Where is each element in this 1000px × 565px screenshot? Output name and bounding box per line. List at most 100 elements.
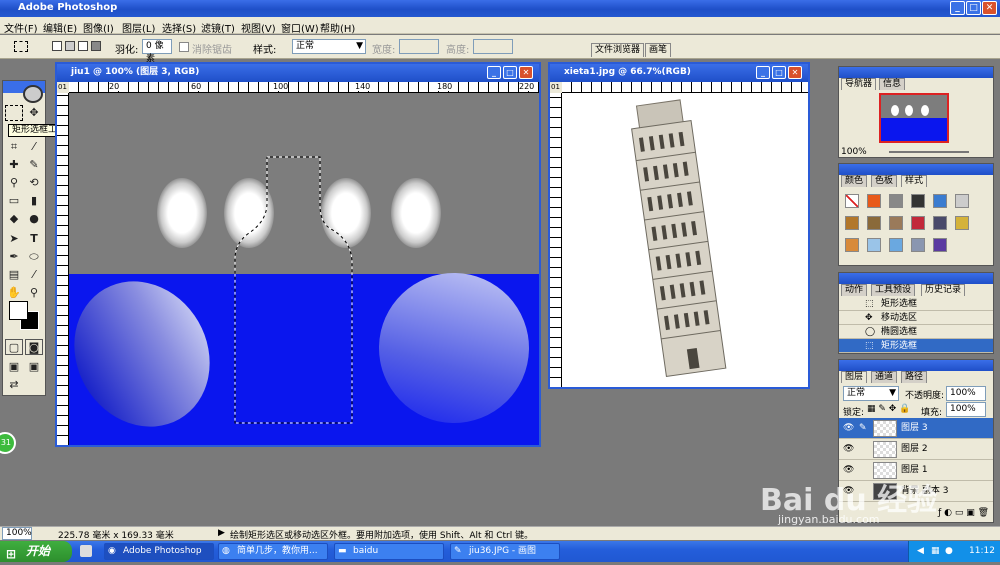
tab-paths[interactable]: 路径: [901, 371, 928, 383]
notes-icon[interactable]: ▤: [5, 267, 23, 283]
network-icon[interactable]: ▦: [931, 541, 940, 562]
quickmask-mode-icon[interactable]: ◙: [25, 339, 43, 355]
doc1-minimize-icon[interactable]: _: [487, 66, 501, 79]
doc1-canvas[interactable]: [69, 93, 539, 445]
height-input[interactable]: [473, 39, 513, 54]
style-swatch[interactable]: [911, 216, 925, 230]
doc1-close-icon[interactable]: ✕: [519, 66, 533, 79]
menu-help[interactable]: 帮助(H): [320, 20, 355, 35]
style-swatch[interactable]: [933, 216, 947, 230]
style-swatch[interactable]: [933, 194, 947, 208]
add-selection-icon[interactable]: [65, 41, 75, 51]
eyedropper-icon[interactable]: ⁄: [25, 267, 43, 283]
menu-file[interactable]: 文件(F): [4, 20, 38, 35]
history-item[interactable]: ◯ 椭圆选框: [839, 325, 993, 339]
navigator-thumbnail[interactable]: [879, 93, 949, 143]
tab-history[interactable]: 历史记录: [921, 284, 966, 296]
fill-input[interactable]: 100%: [946, 402, 986, 417]
start-button[interactable]: ⊞ 开始: [0, 541, 72, 562]
antialias-checkbox[interactable]: [179, 42, 189, 52]
intersect-selection-icon[interactable]: [91, 41, 101, 51]
history-item[interactable]: ✥ 移动选区: [839, 311, 993, 325]
status-zoom[interactable]: 100%: [2, 527, 32, 540]
history-item[interactable]: ⬚ 矩形选框: [839, 297, 993, 311]
style-swatch[interactable]: [889, 194, 903, 208]
tray-app-icon[interactable]: ●: [945, 541, 953, 562]
style-swatch[interactable]: [911, 238, 925, 252]
type-icon[interactable]: T: [25, 231, 43, 247]
pen-icon[interactable]: ✒: [5, 249, 23, 265]
doc2-canvas[interactable]: [562, 93, 808, 387]
show-desktop-icon[interactable]: [80, 545, 92, 557]
opacity-input[interactable]: 100%: [946, 386, 986, 401]
layer-row-2[interactable]: 👁 图层 2: [839, 439, 993, 460]
move-icon[interactable]: ✥: [25, 105, 43, 121]
shape-icon[interactable]: ⬭: [25, 249, 43, 265]
tab-swatches[interactable]: 色板: [871, 175, 898, 187]
clock[interactable]: 11:12: [969, 541, 995, 562]
imageready-icon[interactable]: ⇄: [5, 377, 23, 393]
zoom-icon[interactable]: ⚲: [25, 285, 43, 301]
slice-icon[interactable]: ⁄: [25, 139, 43, 155]
style-swatch[interactable]: [933, 238, 947, 252]
fullscreen-mode-icon[interactable]: ▣: [25, 359, 43, 375]
marquee-tool-icon[interactable]: [14, 41, 28, 52]
history-item-selected[interactable]: ⬚ 矩形选框: [839, 339, 993, 353]
close-icon[interactable]: ✕: [982, 1, 997, 15]
path-select-icon[interactable]: ➤: [5, 231, 23, 247]
style-select[interactable]: 正常 ▼: [292, 39, 366, 54]
hand-icon[interactable]: ✋: [5, 285, 23, 301]
style-swatch[interactable]: [955, 194, 969, 208]
menu-view[interactable]: 视图(V): [241, 20, 276, 35]
eye-icon[interactable]: 👁: [843, 439, 854, 460]
menu-image[interactable]: 图像(I): [83, 20, 114, 35]
history-brush-icon[interactable]: ⟲: [25, 175, 43, 191]
tab-file-browser[interactable]: 文件浏览器: [591, 43, 645, 57]
task-paint[interactable]: ✎ jiu36.JPG - 画图: [450, 543, 560, 560]
style-swatch[interactable]: [867, 238, 881, 252]
subtract-selection-icon[interactable]: [78, 41, 88, 51]
style-swatch[interactable]: [867, 194, 881, 208]
document-window-jiu1[interactable]: jiu1 @ 100% (图层 3, RGB) _ □ ✕ 20 60 100 …: [55, 62, 541, 447]
screen-mode-icon[interactable]: ▣: [5, 359, 23, 375]
notification-badge[interactable]: 31: [0, 432, 16, 454]
menu-filter[interactable]: 滤镜(T): [201, 20, 235, 35]
crop-icon[interactable]: ⌗: [5, 139, 23, 155]
brush-icon[interactable]: ✎: [25, 157, 43, 173]
style-swatch[interactable]: [889, 238, 903, 252]
tab-styles[interactable]: 样式: [901, 175, 928, 187]
marquee-icon[interactable]: [5, 105, 23, 121]
tab-channels[interactable]: 通道: [871, 371, 898, 383]
new-selection-icon[interactable]: [52, 41, 62, 51]
minimize-icon[interactable]: _: [950, 1, 965, 15]
layer-row-3[interactable]: 👁 ✎ 图层 3: [839, 418, 993, 439]
menu-select[interactable]: 选择(S): [162, 20, 196, 35]
style-swatch[interactable]: [845, 216, 859, 230]
menu-edit[interactable]: 编辑(E): [43, 20, 77, 35]
tab-info[interactable]: 信息: [879, 78, 906, 90]
doc2-minimize-icon[interactable]: _: [756, 66, 770, 79]
tab-actions[interactable]: 动作: [841, 284, 868, 296]
menu-layer[interactable]: 图层(L): [122, 20, 155, 35]
document-window-xieta1[interactable]: xieta1.jpg @ 66.7%(RGB) _ □ ✕ 01: [548, 62, 810, 389]
doc2-close-icon[interactable]: ✕: [788, 66, 802, 79]
gradient-icon[interactable]: ▮: [25, 193, 43, 209]
style-swatch[interactable]: [845, 194, 859, 208]
task-browser[interactable]: ◍ 简单几步，教你用...: [218, 543, 328, 560]
lock-icons[interactable]: ▦ ✎ ✥ 🔒: [867, 404, 910, 414]
maximize-icon[interactable]: □: [966, 1, 981, 15]
blur-icon[interactable]: ◆: [5, 211, 23, 227]
dodge-icon[interactable]: ●: [25, 211, 43, 227]
eraser-icon[interactable]: ▭: [5, 193, 23, 209]
status-arrow-icon[interactable]: ▶: [218, 528, 225, 538]
menu-window[interactable]: 窗口(W): [281, 20, 319, 35]
style-swatch[interactable]: [889, 216, 903, 230]
style-swatch[interactable]: [845, 238, 859, 252]
navigator-zoom[interactable]: 100%: [841, 147, 867, 157]
blend-mode-select[interactable]: 正常 ▼: [843, 386, 899, 401]
standard-mode-icon[interactable]: ▢: [5, 339, 23, 355]
healing-icon[interactable]: ✚: [5, 157, 23, 173]
style-swatch[interactable]: [867, 216, 881, 230]
eye-icon[interactable]: 👁: [843, 418, 854, 439]
tab-tool-presets[interactable]: 工具预设: [871, 284, 916, 296]
